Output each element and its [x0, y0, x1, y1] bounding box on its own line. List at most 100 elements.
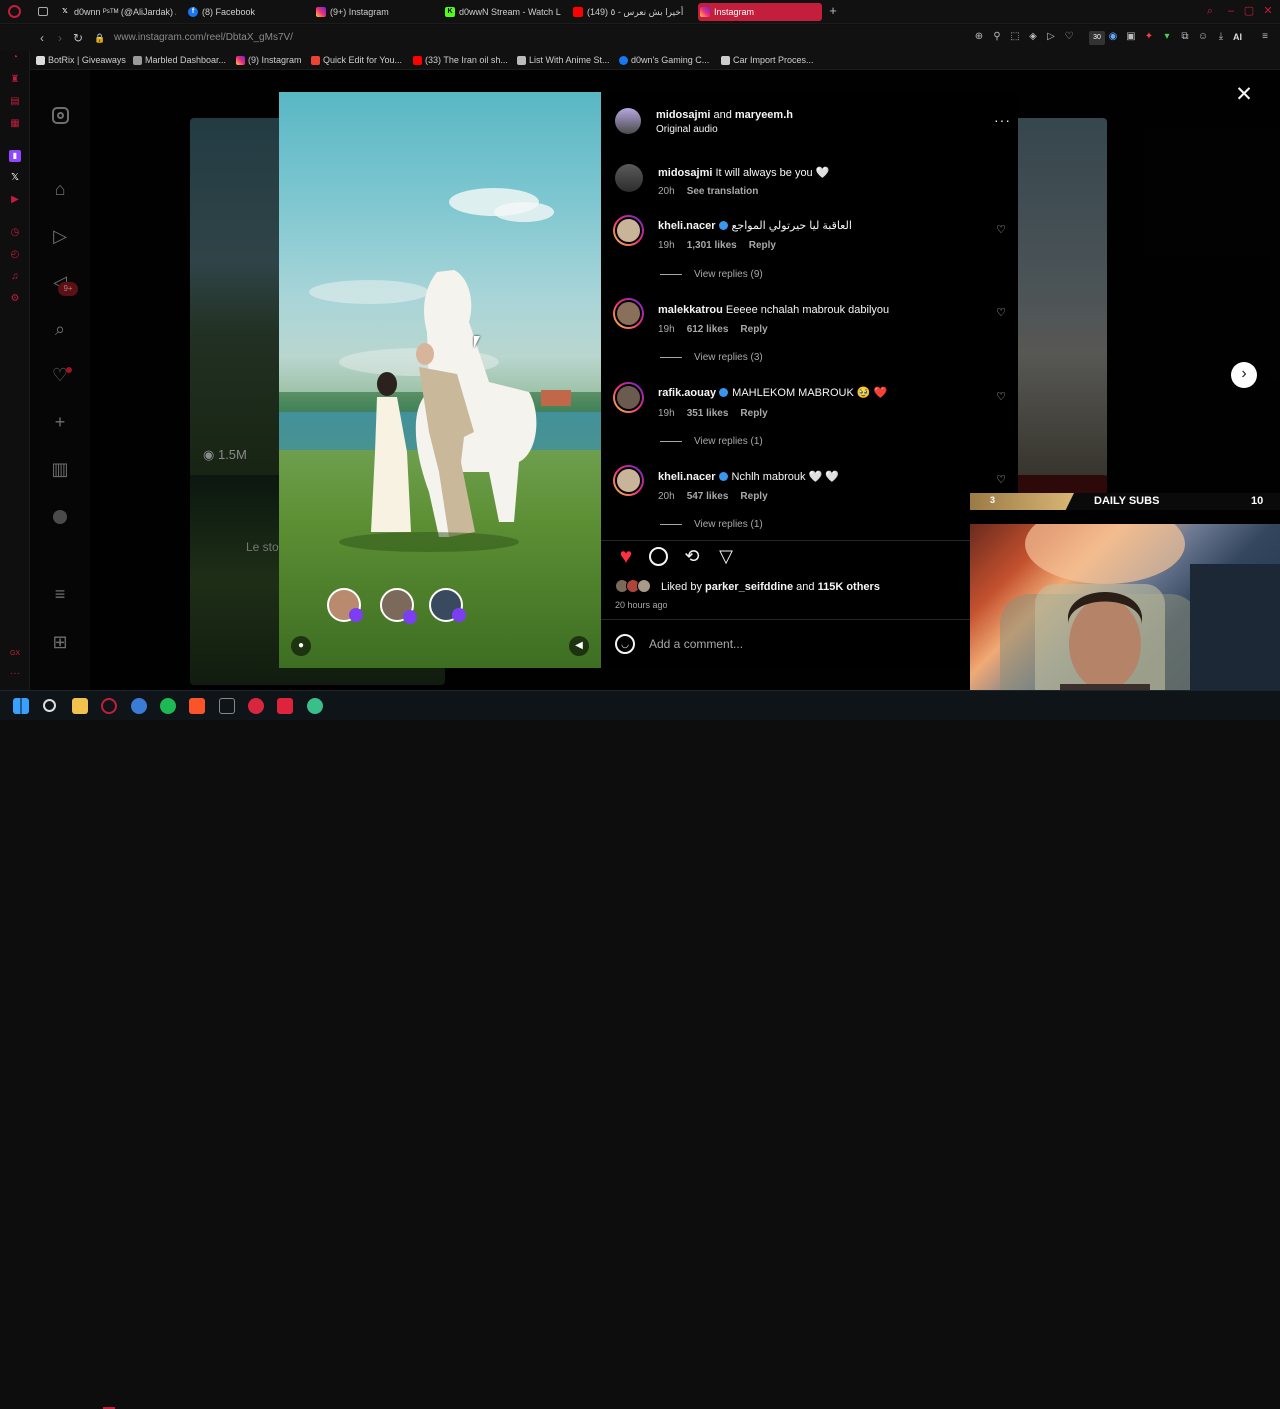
reel-video[interactable]: ● ◀	[279, 92, 601, 668]
liked-by-others[interactable]: 115K others	[818, 581, 880, 593]
profile-avatar-icon[interactable]	[49, 506, 71, 528]
commenter-avatar[interactable]	[613, 298, 644, 329]
audio-link[interactable]: Original audio	[656, 124, 718, 135]
comment-icon[interactable]	[649, 547, 668, 566]
close-window-icon[interactable]: ✕	[1261, 3, 1275, 19]
tab-facebook[interactable]: f (8) Facebook	[186, 3, 306, 21]
like-comment-heart-icon[interactable]: ♡	[995, 391, 1007, 403]
app-icon[interactable]	[248, 698, 264, 714]
view-replies-button[interactable]: View replies (1)	[660, 436, 763, 448]
back-icon[interactable]: ‹	[34, 30, 50, 46]
author-avatar[interactable]	[615, 108, 641, 134]
bookmark-item[interactable]: (9) Instagram	[236, 54, 302, 67]
bookmark-item[interactable]: Marbled Dashboar...	[133, 54, 226, 67]
tab-kick-stream[interactable]: K d0wwN Stream - Watch Li...	[443, 3, 561, 21]
caption-username[interactable]: midosajmi	[658, 167, 712, 179]
next-post-chevron-icon[interactable]: ›	[1231, 362, 1257, 388]
bookmark-item[interactable]: Car Import Proces...	[721, 54, 814, 67]
brave-icon[interactable]	[189, 698, 205, 714]
shield-icon[interactable]: ◈	[1027, 31, 1039, 43]
search-icon[interactable]: ⌕	[49, 318, 71, 340]
commenter-avatar[interactable]	[613, 382, 644, 413]
bookmark-icon[interactable]: ⚲	[991, 31, 1003, 43]
comment-input[interactable]: Add a comment...	[649, 636, 979, 652]
zoom-icon[interactable]: ⊕	[973, 31, 985, 43]
create-plus-icon[interactable]: +	[49, 411, 71, 433]
view-replies-button[interactable]: View replies (9)	[660, 269, 763, 281]
more-menu-icon[interactable]: ≡	[49, 583, 71, 605]
author-avatar[interactable]	[615, 164, 643, 192]
comment-username[interactable]: rafik.aouay	[658, 387, 716, 399]
reply-button[interactable]: Reply	[740, 324, 767, 335]
reply-button[interactable]: Reply	[749, 240, 776, 251]
comment-likes[interactable]: 1,301 likes	[687, 240, 737, 251]
pin-icon[interactable]: ▷	[1045, 31, 1057, 43]
bookmark-item[interactable]: Quick Edit for You...	[311, 54, 402, 67]
tagged-people-icon[interactable]: ●	[291, 636, 311, 656]
history-icon[interactable]: ◷	[9, 227, 21, 239]
close-modal-icon[interactable]: ✕	[1233, 84, 1255, 106]
emoji-picker-icon[interactable]: ◡	[615, 634, 635, 654]
aria-ai-button[interactable]: AI	[1233, 31, 1242, 43]
see-translation-link[interactable]: See translation	[687, 186, 759, 197]
post-options-icon[interactable]: ···	[994, 112, 1011, 128]
comment-likes[interactable]: 547 likes	[687, 491, 729, 502]
extension-icon[interactable]: ◉	[1107, 31, 1119, 43]
reply-button[interactable]: Reply	[740, 491, 767, 502]
comment-likes[interactable]: 351 likes	[687, 408, 729, 419]
youtube-icon[interactable]: ▶	[9, 194, 21, 206]
dashboard-icon[interactable]: ▥	[49, 458, 71, 480]
instagram-logo-icon[interactable]	[49, 105, 71, 127]
threads-icon[interactable]: ⊞	[49, 631, 71, 653]
audio-toggle-icon[interactable]: ◀	[569, 636, 589, 656]
menu-icon[interactable]: ≡	[1259, 31, 1271, 43]
opera-logo-icon[interactable]	[8, 5, 21, 18]
extension-icon[interactable]: ✦	[1143, 31, 1155, 43]
music-icon[interactable]: ♫	[9, 271, 21, 283]
reload-icon[interactable]: ↻	[70, 30, 86, 46]
speed-dial-icon[interactable]: ◔	[9, 52, 21, 64]
app-icon[interactable]	[219, 698, 235, 714]
bookmark-item[interactable]: d0wn's Gaming C...	[619, 54, 709, 67]
forward-icon[interactable]: ›	[52, 30, 68, 46]
x-icon[interactable]: 𝕏	[9, 172, 21, 184]
file-explorer-icon[interactable]	[72, 698, 88, 714]
minimize-icon[interactable]: –	[1224, 3, 1238, 19]
extension-icon[interactable]: ▾	[1161, 31, 1173, 43]
opera-gx-icon[interactable]	[101, 698, 117, 714]
download-icon[interactable]: ⤓	[1215, 31, 1227, 43]
commenter-avatar[interactable]	[613, 465, 644, 496]
tab-instagram-active[interactable]: Instagram	[698, 3, 822, 21]
reply-button[interactable]: Reply	[740, 408, 767, 419]
app-icon[interactable]	[277, 698, 293, 714]
repost-icon[interactable]: ⟲	[681, 545, 703, 567]
like-comment-heart-icon[interactable]: ♡	[995, 307, 1007, 319]
bookmark-item[interactable]: List With Anime St...	[517, 54, 610, 67]
post-timestamp[interactable]: 20 hours ago	[615, 599, 668, 611]
author-username[interactable]: midosajmi	[656, 109, 710, 121]
comment-username[interactable]: kheli.nacer	[658, 471, 715, 483]
bookmark-item[interactable]: BotRix | Giveaways	[36, 54, 126, 67]
like-comment-heart-icon[interactable]: ♡	[995, 224, 1007, 236]
reels-icon[interactable]: ▷	[49, 225, 71, 247]
comment-username[interactable]: malekkatrou	[658, 304, 723, 316]
liker-avatar[interactable]	[637, 579, 651, 593]
liked-by-username[interactable]: parker_seifddine	[705, 581, 793, 593]
clock-icon[interactable]: ◴	[9, 249, 21, 261]
commenter-avatar[interactable]	[613, 215, 644, 246]
view-replies-button[interactable]: View replies (1)	[660, 519, 763, 531]
search-tabs-icon[interactable]: ⌕	[1203, 3, 1217, 19]
tab-youtube[interactable]: (149) أخيرا بش نعرس - ٥	[571, 3, 693, 21]
coauthor-username[interactable]: maryeem.h	[735, 109, 793, 121]
messenger-icon[interactable]: ▤	[9, 96, 21, 108]
tab-x-profile[interactable]: 𝕏 d0wnn ᴾˢᵀᴹ (@AliJardak) /	[58, 3, 176, 21]
heart-icon[interactable]: ♡	[1063, 31, 1075, 43]
tab-overview-icon[interactable]	[38, 7, 48, 16]
comment-likes[interactable]: 612 likes	[687, 324, 729, 335]
gx-icon[interactable]: GX	[9, 648, 21, 660]
home-icon[interactable]: ⌂	[49, 178, 71, 200]
extensions-puzzle-icon[interactable]: ⧉	[1179, 31, 1191, 43]
extension-icon[interactable]: ▣	[1125, 31, 1137, 43]
bookmark-item[interactable]: (33) The Iran oil sh...	[413, 54, 508, 67]
twitch-icon[interactable]: ▮	[9, 150, 21, 162]
